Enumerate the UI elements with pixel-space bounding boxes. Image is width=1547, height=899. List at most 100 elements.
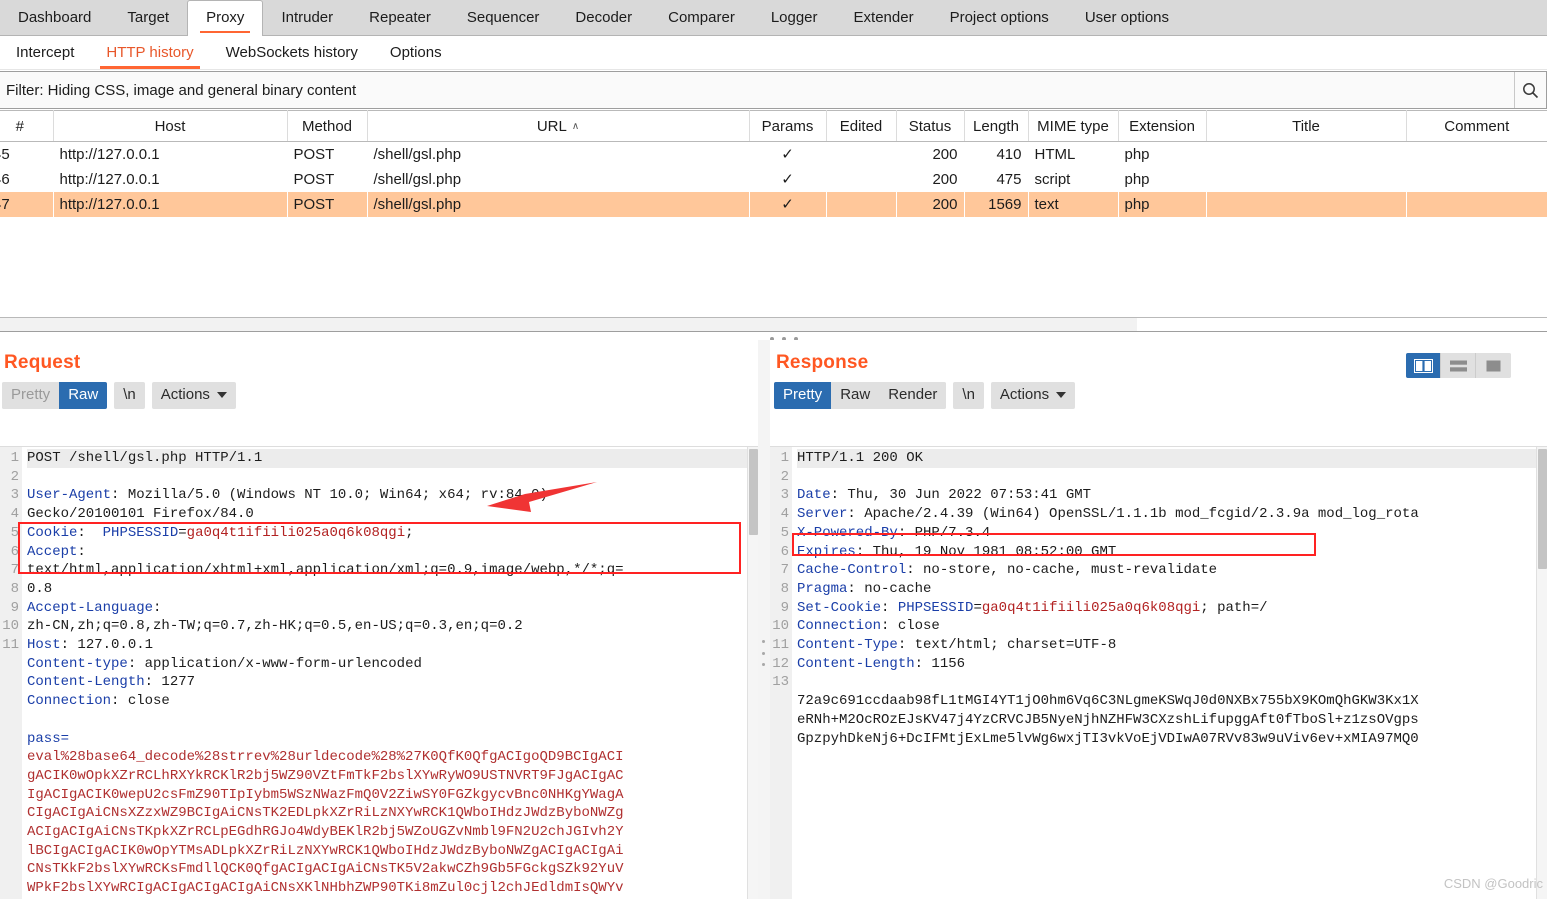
- column-header-status[interactable]: Status: [896, 110, 965, 142]
- request-header-accept-language: Accept-Language: [27, 599, 154, 616]
- column-header-params[interactable]: Params: [749, 110, 827, 142]
- cell-num: 47: [0, 191, 53, 217]
- request-actions-button[interactable]: Actions: [151, 382, 236, 409]
- cookie-key: PHPSESSID: [102, 524, 179, 541]
- response-code-content[interactable]: HTTP/1.1 200 OK Date: Thu, 30 Jun 2022 0…: [792, 447, 1547, 899]
- column-header-mime-type[interactable]: MIME type: [1028, 110, 1119, 142]
- request-header-host: Host: [27, 637, 61, 654]
- cell-num: 45: [0, 145, 10, 163]
- table-body: 45 http://127.0.0.1 POST /shell/gsl.php …: [0, 142, 1547, 217]
- cell-method: POST: [287, 191, 367, 217]
- column-header-extension[interactable]: Extension: [1118, 110, 1207, 142]
- sub-tab-websockets-history[interactable]: WebSockets history: [210, 38, 374, 68]
- request-actions-label: Actions: [160, 386, 210, 403]
- sub-tab-http-history[interactable]: HTTP history: [90, 38, 209, 69]
- column-header-title[interactable]: Title: [1206, 110, 1407, 142]
- main-tab-target[interactable]: Target: [109, 1, 187, 35]
- response-header-connection: Connection: [797, 618, 882, 635]
- response-actions-button[interactable]: Actions: [990, 382, 1076, 409]
- response-header-content-type: Content-Type: [797, 637, 898, 654]
- column-label: Edited: [839, 117, 883, 135]
- main-tab-comparer[interactable]: Comparer: [650, 1, 753, 35]
- response-newline-button[interactable]: \n: [953, 382, 984, 409]
- main-tab-project-options[interactable]: Project options: [932, 1, 1067, 35]
- request-code-content[interactable]: POST /shell/gsl.php HTTP/1.1 User-Agent:…: [22, 447, 758, 899]
- column-header-host[interactable]: Host: [53, 110, 288, 142]
- response-vertical-scrollbar[interactable]: [1536, 447, 1547, 899]
- request-header-cookie: Cookie: [27, 524, 78, 541]
- main-tab-sequencer[interactable]: Sequencer: [449, 1, 558, 35]
- main-tab-user-options[interactable]: User options: [1067, 1, 1187, 35]
- cell-edited: [826, 142, 896, 167]
- cell-status: 200: [932, 170, 958, 188]
- vertical-splitter-grip-dots[interactable]: [762, 640, 766, 666]
- request-line-numbers: 1 2 3 4 5 6 7 8 9 10 11: [0, 447, 22, 899]
- search-icon[interactable]: [1514, 72, 1546, 108]
- main-tab-intruder[interactable]: Intruder: [263, 1, 351, 35]
- response-raw-button[interactable]: Raw: [831, 382, 880, 409]
- request-header-content-length: Content-Length: [27, 674, 145, 691]
- cell-url: /shell/gsl.php: [373, 145, 462, 163]
- request-header-connection: Connection: [27, 693, 112, 710]
- response-line-numbers: 1 2 3 4 5 6 7 8 9 10 11 12 13: [770, 447, 792, 899]
- table-header-row: # Host Method URL ∧ Params Edited Status …: [0, 110, 1547, 142]
- request-newline-button[interactable]: \n: [114, 382, 145, 409]
- request-pretty-button[interactable]: Pretty: [2, 382, 60, 409]
- splitter-divider-line: [0, 331, 1547, 332]
- cell-mime-type: HTML: [1034, 145, 1076, 163]
- response-render-button[interactable]: Render: [879, 382, 947, 409]
- proxy-sub-tab-bar: Intercept HTTP history WebSockets histor…: [0, 36, 1547, 70]
- cell-host: http://127.0.0.1: [59, 145, 160, 163]
- main-tab-proxy[interactable]: Proxy: [187, 0, 264, 36]
- cell-url: /shell/gsl.php: [373, 170, 462, 188]
- sort-ascending-icon: ∧: [571, 120, 580, 132]
- cell-edited: [826, 167, 896, 192]
- cell-method: POST: [293, 145, 335, 163]
- request-panel-title: Request: [4, 352, 81, 373]
- main-tab-label: User options: [1084, 9, 1170, 26]
- column-header-num[interactable]: #: [0, 110, 54, 142]
- main-tab-extender[interactable]: Extender: [836, 1, 932, 35]
- column-header-method[interactable]: Method: [287, 110, 368, 142]
- main-tab-dashboard[interactable]: Dashboard: [0, 1, 109, 35]
- response-editor[interactable]: 1 2 3 4 5 6 7 8 9 10 11 12 13 HTTP/1.1 2…: [770, 446, 1547, 899]
- table-row[interactable]: 45 http://127.0.0.1 POST /shell/gsl.php …: [0, 142, 1547, 167]
- vertical-splitter[interactable]: [758, 340, 770, 899]
- main-tab-label: Dashboard: [18, 9, 92, 26]
- response-header-expires: Expires: [797, 543, 856, 560]
- column-header-length[interactable]: Length: [964, 110, 1029, 142]
- request-view-toggle-group: Pretty Raw: [2, 382, 108, 409]
- cell-extension: php: [1118, 191, 1206, 217]
- response-pretty-button[interactable]: Pretty: [774, 382, 832, 409]
- cell-extension: php: [1124, 170, 1150, 188]
- burp-suite-window: Dashboard Target Proxy Intruder Repeater…: [0, 0, 1547, 899]
- column-header-comment[interactable]: Comment: [1406, 110, 1547, 142]
- column-label: Host: [154, 117, 186, 135]
- single-pane-icon[interactable]: [1476, 353, 1511, 378]
- main-tab-label: Extender: [853, 9, 914, 26]
- main-tab-logger[interactable]: Logger: [753, 1, 836, 35]
- request-header-accept: Accept: [27, 543, 78, 560]
- cell-status: 200: [932, 145, 958, 163]
- request-raw-button[interactable]: Raw: [59, 382, 108, 409]
- table-row[interactable]: 46 http://127.0.0.1 POST /shell/gsl.php …: [0, 167, 1547, 192]
- column-label: Status: [908, 117, 952, 135]
- table-row-selected[interactable]: 47 http://127.0.0.1 POST /shell/gsl.php …: [0, 191, 1547, 217]
- split-vertical-icon[interactable]: [1406, 353, 1441, 378]
- filter-bar[interactable]: Filter: Hiding CSS, image and general bi…: [0, 71, 1547, 109]
- http-history-table-container[interactable]: # Host Method URL ∧ Params Edited Status …: [0, 110, 1547, 318]
- column-header-url[interactable]: URL ∧: [367, 110, 750, 142]
- cell-params-checkmark: ✓: [781, 146, 794, 164]
- request-editor[interactable]: 1 2 3 4 5 6 7 8 9 10 11 POST /shell/gsl.…: [0, 446, 758, 899]
- main-tab-decoder[interactable]: Decoder: [557, 1, 650, 35]
- split-horizontal-icon[interactable]: [1441, 353, 1476, 378]
- sub-tab-options[interactable]: Options: [374, 38, 458, 68]
- main-tab-label: Project options: [949, 9, 1049, 26]
- cell-params-checkmark: ✓: [749, 191, 826, 217]
- request-vertical-scrollbar[interactable]: [747, 447, 758, 899]
- sub-tab-label: Intercept: [16, 43, 75, 61]
- horizontal-splitter[interactable]: [0, 318, 1137, 332]
- column-header-edited[interactable]: Edited: [826, 110, 897, 142]
- sub-tab-intercept[interactable]: Intercept: [0, 38, 90, 68]
- main-tab-repeater[interactable]: Repeater: [351, 1, 449, 35]
